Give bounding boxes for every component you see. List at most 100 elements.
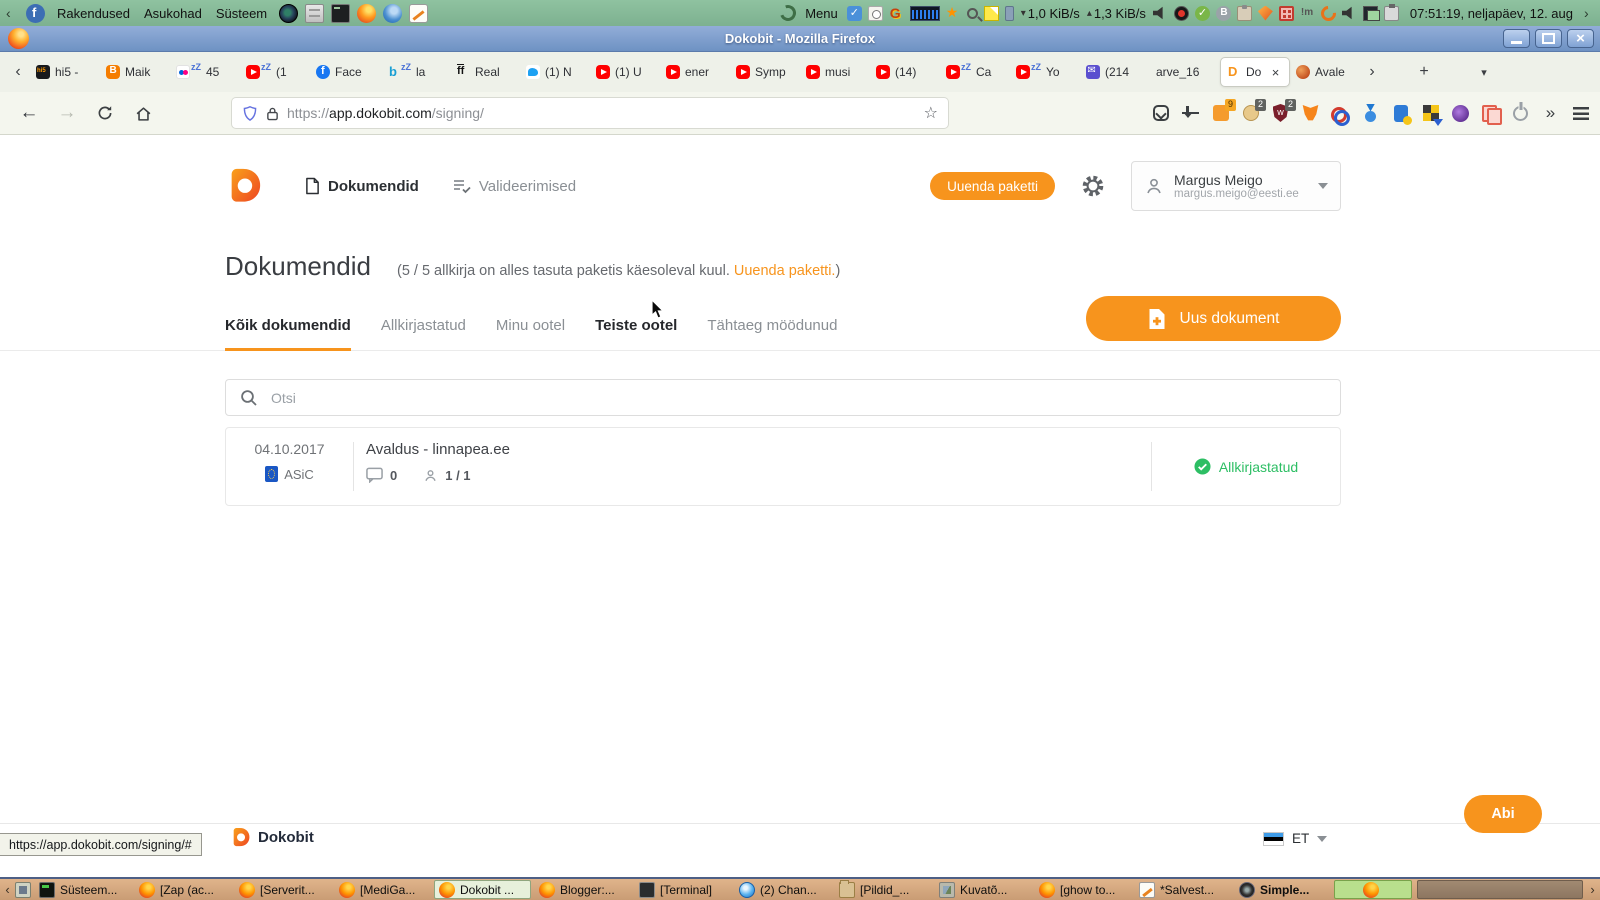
show-desktop-icon[interactable] (15, 881, 31, 898)
video-downloader-ext-icon[interactable] (1421, 104, 1440, 123)
volume-mixer-icon[interactable] (1341, 6, 1352, 20)
gimp-icon[interactable] (889, 5, 904, 21)
taskbar-item[interactable]: Simple... (1234, 880, 1331, 899)
updates-ok-icon[interactable] (1194, 5, 1210, 21)
browser-tab[interactable]: (1 (240, 57, 310, 87)
new-tab-button[interactable] (1412, 57, 1436, 87)
menu-asukohad[interactable]: Asukohad (142, 6, 204, 21)
browser-tab[interactable]: 45 (170, 57, 240, 87)
link-chain-ext-icon[interactable] (1331, 104, 1350, 123)
home-button[interactable] (128, 98, 158, 128)
favorites-star-icon[interactable] (946, 4, 961, 21)
url-bar[interactable]: https://app.dokobit.com/signing/ (232, 98, 948, 128)
save-page-ext-icon[interactable] (1391, 104, 1410, 123)
cookie-ext-icon[interactable]: 2 (1241, 98, 1266, 123)
displays-icon[interactable] (1362, 5, 1380, 21)
new-document-button[interactable]: Uus dokument (1086, 296, 1341, 341)
app-menu-icon[interactable] (1571, 104, 1590, 123)
panel-collapse-icon[interactable] (6, 5, 16, 21)
firefox-launcher-icon[interactable] (357, 3, 377, 23)
reload-button[interactable] (90, 98, 120, 128)
upgrade-package-button[interactable]: Uuenda paketti (930, 172, 1055, 200)
taskbar-item[interactable]: [MediGa... (334, 880, 431, 899)
pocket-icon[interactable] (1151, 104, 1170, 123)
user-menu[interactable]: Margus Meigo margus.meigo@eesti.ee (1131, 161, 1341, 211)
menu-susteem[interactable]: Süsteem (214, 6, 269, 21)
bluetooth-icon[interactable] (1215, 5, 1231, 21)
list-all-tabs-icon[interactable] (1472, 57, 1496, 87)
filter-tab[interactable]: Minu ootel (496, 301, 565, 351)
filter-tab[interactable]: Teiste ootel (595, 301, 677, 351)
settings-gear-icon[interactable] (1081, 174, 1105, 198)
overflow-chevrons-icon[interactable] (1541, 104, 1560, 123)
search-input[interactable] (271, 389, 1326, 406)
document-title[interactable]: Avaldus - linnapea.ee (366, 441, 1151, 458)
calculator-icon[interactable] (1278, 5, 1294, 21)
panel-expand-icon[interactable] (1584, 5, 1594, 21)
browser-tab[interactable]: (214 (1080, 57, 1150, 87)
file-cabinet-icon[interactable] (305, 3, 325, 23)
scroll-tabs-left-icon[interactable] (6, 57, 30, 87)
taskbar-scroll-right-icon[interactable] (1588, 882, 1597, 897)
browser-tab[interactable]: arve_16 (1150, 57, 1220, 87)
taskbar-item[interactable]: [Terminal] (634, 880, 731, 899)
browser-tab[interactable]: (14) (870, 57, 940, 87)
text-editor-launcher-icon[interactable] (409, 3, 429, 23)
container-mask-ext-icon[interactable] (1451, 104, 1470, 123)
taskbar-item[interactable]: Kuvatõ... (934, 880, 1031, 899)
upgrade-package-link[interactable]: Uuenda paketti. (734, 263, 836, 279)
browser-tab[interactable]: Symp (730, 57, 800, 87)
browser-tab[interactable]: hi5 - (30, 57, 100, 87)
terminal-launcher-icon[interactable] (331, 3, 351, 23)
scroll-tabs-right-icon[interactable] (1360, 57, 1384, 87)
browser-tab[interactable]: ener (660, 57, 730, 87)
tracking-shield-icon[interactable] (242, 105, 258, 122)
taskbar-item[interactable]: [Serverit... (234, 880, 331, 899)
browser-tab[interactable]: Real (450, 57, 520, 87)
forward-button[interactable] (52, 98, 82, 128)
browser-tab[interactable]: Do (1220, 57, 1290, 87)
browser-tab[interactable]: (1) U (590, 57, 660, 87)
panel-clock[interactable]: 07:51:19, neljapäev, 12. aug (1406, 6, 1577, 21)
taskbar-item[interactable]: *Salvest... (1134, 880, 1231, 899)
tab-close-icon[interactable] (1268, 65, 1283, 80)
panel-menu-label[interactable]: Menu (803, 6, 840, 21)
downloads-icon[interactable] (1181, 104, 1200, 123)
taskbar-scroll-left-icon[interactable] (3, 882, 12, 897)
taskbar-item[interactable]: Süsteem... (34, 880, 131, 899)
gem-app-icon[interactable] (1257, 5, 1273, 21)
url-text[interactable]: https://app.dokobit.com/signing/ (287, 105, 484, 121)
lock-icon[interactable] (266, 106, 279, 121)
browser-tab[interactable]: Ca (940, 57, 1010, 87)
taskbar-item[interactable]: Dokobit ... (434, 880, 531, 899)
network-graph-icon[interactable] (909, 5, 940, 21)
app-menu-swirl-icon[interactable] (777, 2, 799, 24)
metamask-icon[interactable] (1301, 104, 1320, 123)
browser-tab[interactable]: Avale (1290, 57, 1360, 87)
time-tracker-icon[interactable] (867, 5, 883, 21)
sticky-note-icon[interactable] (983, 5, 999, 21)
power-ext-icon[interactable] (1511, 104, 1530, 123)
screen-recorder-icon[interactable] (1173, 5, 1189, 21)
footer-brand[interactable]: Dokobit (230, 827, 314, 848)
screenshot-camera-icon[interactable] (279, 3, 299, 23)
taskbar-item[interactable]: [Pildid_... (834, 879, 931, 899)
taskbar-item[interactable]: [ghow to... (1034, 880, 1131, 899)
document-row[interactable]: 04.10.2017 ASiC Avaldus - linnapea.ee 0 (225, 427, 1341, 506)
power-plug-icon[interactable] (1383, 3, 1399, 21)
language-selector[interactable]: ET (1263, 831, 1328, 846)
browser-tab[interactable]: Face (310, 57, 380, 87)
browser-tab[interactable]: (1) N (520, 57, 590, 87)
medal-ext-icon[interactable] (1361, 104, 1380, 123)
filter-tab[interactable]: Allkirjastatud (381, 301, 466, 351)
clipboard-icon[interactable] (1236, 4, 1252, 21)
sync-icon[interactable] (1317, 2, 1339, 24)
taskbar-item[interactable] (1334, 880, 1412, 899)
pin-icon[interactable] (1004, 5, 1014, 21)
taskbar-item[interactable]: (2) Chan... (734, 880, 831, 899)
privacy-shield-ext-icon[interactable]: 2 (1271, 98, 1296, 123)
search-tray-icon[interactable] (966, 7, 978, 19)
browser-tab[interactable]: Yo (1010, 57, 1080, 87)
taskbar-item[interactable]: Blogger:... (534, 880, 631, 899)
back-button[interactable] (14, 98, 44, 128)
